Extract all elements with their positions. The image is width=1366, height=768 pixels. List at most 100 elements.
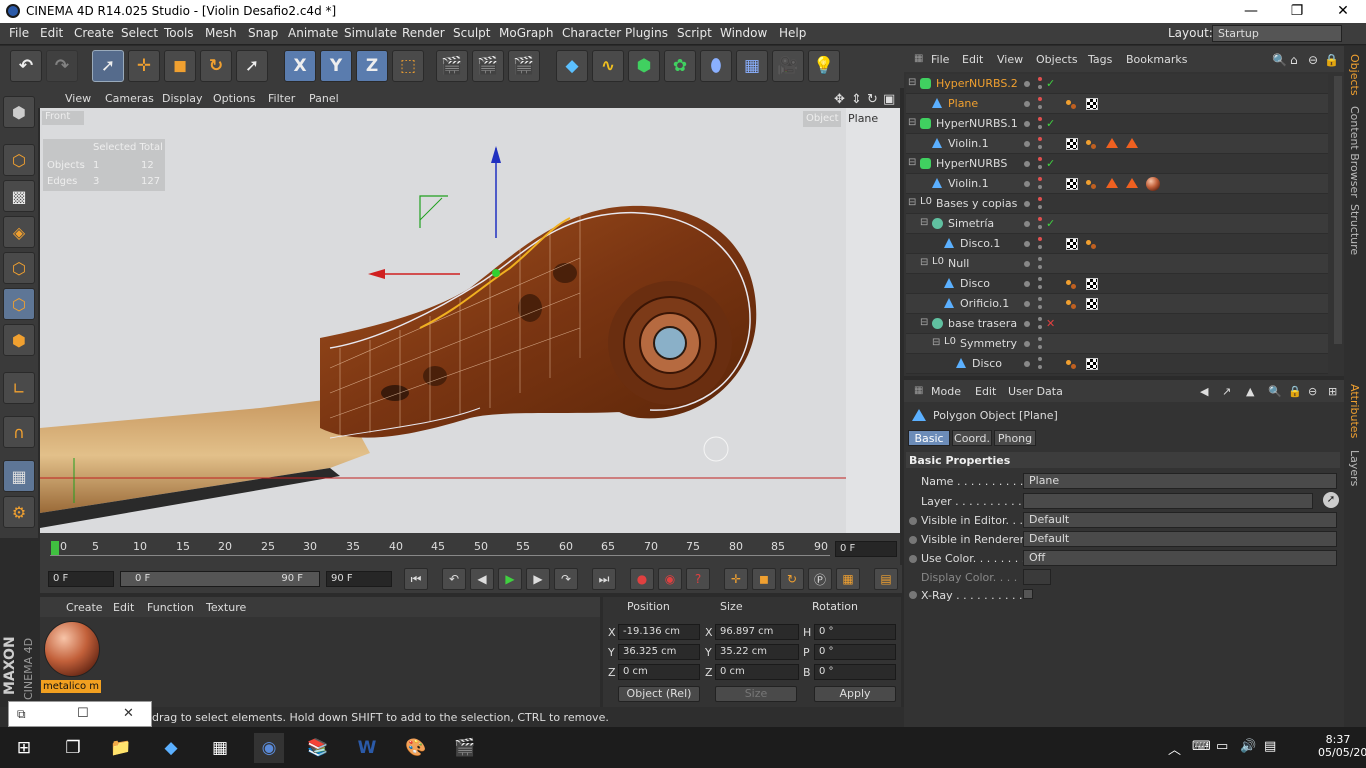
next-key-icon[interactable]: ↷ (554, 568, 578, 590)
touch-keyboard-icon[interactable]: ⌨ (1192, 739, 1211, 754)
close-button[interactable]: ✕ (1320, 0, 1366, 23)
layer-dot[interactable] (1024, 101, 1030, 107)
key-scale-icon[interactable]: ◼ (752, 568, 776, 590)
object-name[interactable]: HyperNURBS.1 (936, 117, 1018, 130)
live-selection-icon[interactable]: ➚ (92, 50, 124, 82)
attribute-menu-edit[interactable]: Edit (975, 385, 996, 398)
visibility-editor-dot[interactable] (1038, 97, 1042, 101)
object-row[interactable]: ⊟ L0 Null (906, 254, 1328, 274)
layer-pick-icon[interactable]: ➚ (1323, 492, 1339, 508)
workplane-mode-icon[interactable]: ◈ (3, 216, 35, 248)
notifications-icon[interactable]: ▤ (1264, 739, 1276, 754)
object-row[interactable]: Disco.1 (906, 234, 1328, 254)
y-axis-icon[interactable]: Y (320, 50, 352, 82)
minimize-button[interactable]: — (1228, 0, 1274, 23)
key-pla-icon[interactable]: ▦ (836, 568, 860, 590)
object-row[interactable]: ⊟ Simetría ✓ (906, 214, 1328, 234)
visible-in-editor-select[interactable]: Default (1023, 512, 1337, 528)
object-menu-view[interactable]: View (997, 53, 1023, 66)
object-name[interactable]: Disco (972, 357, 1002, 370)
side-tab-content-browser[interactable]: Content Browser (1348, 106, 1361, 198)
layout-select[interactable]: Startup (1212, 25, 1342, 42)
viewport-layout-icon[interactable]: ▣ (883, 92, 895, 107)
battery-icon[interactable]: ▭ (1216, 739, 1228, 754)
visibility-render-dot[interactable] (1038, 225, 1042, 229)
texture-tag-icon[interactable] (1086, 358, 1098, 370)
expand-toggle-icon[interactable]: ⊟ (932, 337, 940, 348)
move-icon[interactable]: ✛ (128, 50, 160, 82)
menu-script[interactable]: Script (677, 26, 712, 40)
visible-in-editor-anim-dot[interactable] (909, 517, 917, 525)
object-row[interactable]: Violin.1 (906, 134, 1328, 154)
key-parameter-icon[interactable]: Ⓟ (808, 568, 832, 590)
layer-dot[interactable] (1024, 141, 1030, 147)
disabled-icon[interactable]: ✕ (1046, 317, 1055, 330)
home-icon[interactable]: ⌂ (1290, 53, 1298, 67)
visibility-render-dot[interactable] (1038, 145, 1042, 149)
size-x-field[interactable]: 96.897 cm (715, 624, 799, 640)
expand-toggle-icon[interactable]: ⊟ (920, 317, 928, 328)
menu-plugins[interactable]: Plugins (625, 26, 668, 40)
menu-window[interactable]: Window (720, 26, 767, 40)
object-menu-edit[interactable]: Edit (962, 53, 983, 66)
layer-dot[interactable] (1024, 361, 1030, 367)
object-name[interactable]: Null (948, 257, 969, 270)
attribute-lock-icon[interactable]: 🔒 (1288, 385, 1302, 398)
texture-tag-icon[interactable] (1066, 138, 1078, 150)
restore-button[interactable]: ❐ (1274, 0, 1320, 23)
array-icon[interactable]: ✿ (664, 50, 696, 82)
size-mode-select[interactable]: Size (715, 686, 797, 702)
autokey-icon[interactable]: ◉ (658, 568, 682, 590)
size-z-field[interactable]: 0 cm (715, 664, 799, 680)
expand-toggle-icon[interactable]: ⊟ (920, 217, 928, 228)
phong-tag-icon[interactable] (1066, 98, 1078, 110)
object-menu-bookmarks[interactable]: Bookmarks (1126, 53, 1187, 66)
texture-tag-icon[interactable] (1086, 298, 1098, 310)
visibility-render-dot[interactable] (1038, 85, 1042, 89)
task-view-icon[interactable]: ❐ (58, 733, 88, 763)
selection-tag-icon[interactable] (1106, 178, 1118, 188)
keyframe-selection-icon[interactable]: ? (686, 568, 710, 590)
phong-tag-icon[interactable] (1086, 238, 1098, 250)
clock[interactable]: 8:37 05/05/2016 (1318, 733, 1366, 759)
visibility-editor-dot[interactable] (1038, 157, 1042, 161)
go-to-end-icon[interactable]: ⏭ (592, 568, 616, 590)
viewport-menu-display[interactable]: Display (162, 92, 203, 105)
object-name[interactable]: HyperNURBS (936, 157, 1007, 170)
selection-tag-icon[interactable] (1106, 138, 1118, 148)
visibility-editor-dot[interactable] (1038, 197, 1042, 201)
visible-in-renderer-select[interactable]: Default (1023, 531, 1337, 547)
points-mode-icon[interactable]: ⬡ (3, 252, 35, 284)
xray-anim-dot[interactable] (909, 591, 917, 599)
enabled-check-icon[interactable]: ✓ (1046, 77, 1055, 90)
side-tab-structure[interactable]: Structure (1348, 204, 1361, 255)
spline-pen-icon[interactable]: ∿ (592, 50, 624, 82)
visibility-editor-dot[interactable] (1038, 317, 1042, 321)
attribute-menu-user-data[interactable]: User Data (1008, 385, 1063, 398)
undo-icon[interactable]: ↶ (10, 50, 42, 82)
file-explorer-icon[interactable]: 📁 (106, 733, 136, 763)
menu-animate[interactable]: Animate (288, 26, 338, 40)
object-name[interactable]: Simetría (948, 217, 994, 230)
visibility-editor-dot[interactable] (1038, 277, 1042, 281)
object-name[interactable]: Bases y copias (936, 197, 1017, 210)
menu-tools[interactable]: Tools (164, 26, 194, 40)
object-name[interactable]: Disco (960, 277, 990, 290)
selection-tag-icon[interactable] (1126, 178, 1138, 188)
rotation-b-field[interactable]: 0 ° (814, 664, 896, 680)
menu-render[interactable]: Render (402, 26, 445, 40)
next-frame-icon[interactable]: ▶ (526, 568, 550, 590)
texture-tag-icon[interactable] (1066, 178, 1078, 190)
expand-toggle-icon[interactable]: ⊟ (920, 257, 928, 268)
visibility-render-dot[interactable] (1038, 265, 1042, 269)
tab-phong[interactable]: Phong (994, 430, 1036, 446)
show-hidden-icons-icon[interactable]: ︿ (1168, 739, 1181, 758)
movie-maker-icon[interactable]: 🎬 (450, 733, 480, 763)
object-name[interactable]: Orificio.1 (960, 297, 1009, 310)
material-name[interactable]: metalico m (41, 680, 101, 693)
texture-mode-icon[interactable]: ▩ (3, 180, 35, 212)
up-arrow-icon[interactable]: ↗ (1222, 385, 1231, 398)
object-row[interactable]: ⊟ L0 Bases y copias (906, 194, 1328, 214)
floor-icon[interactable]: ▦ (736, 50, 768, 82)
rotation-p-field[interactable]: 0 ° (814, 644, 896, 660)
